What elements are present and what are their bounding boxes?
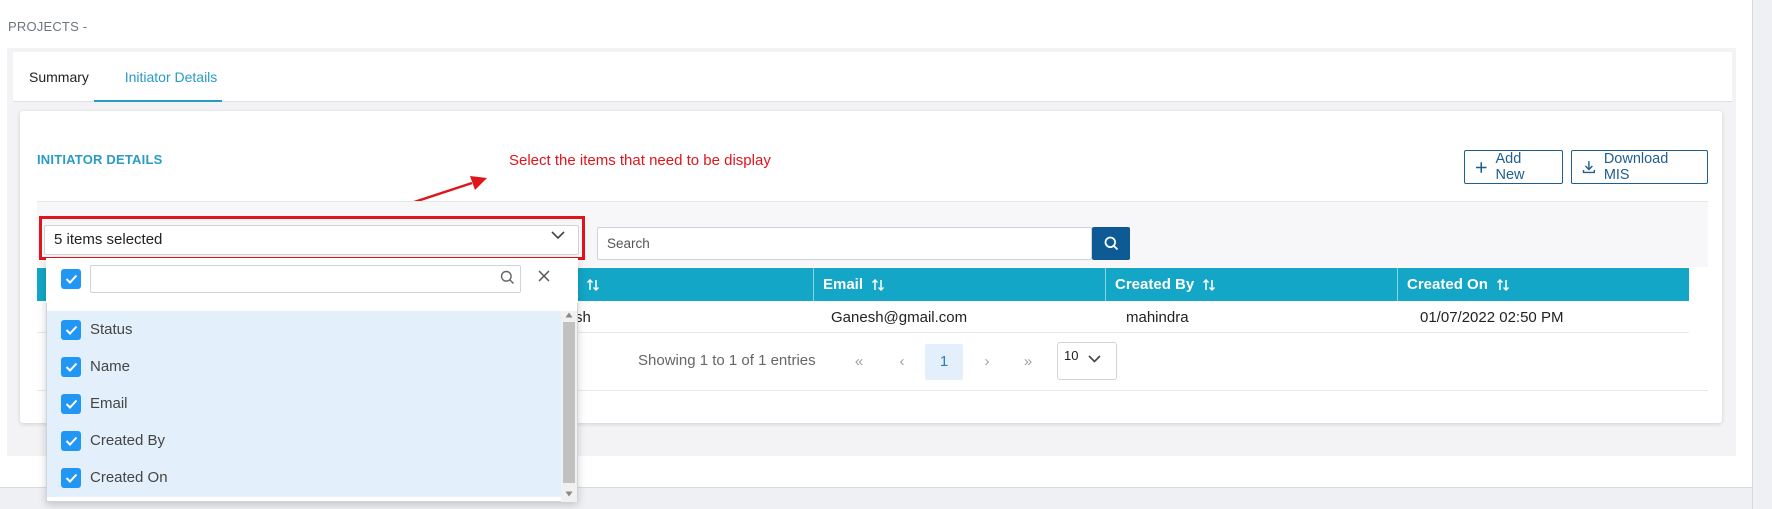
close-icon[interactable] [538, 270, 550, 282]
current-page-button[interactable]: 1 [925, 344, 963, 380]
column-header-label: Email [823, 276, 864, 293]
annotation-text: Select the items that need to be display [509, 152, 771, 169]
check-icon [65, 362, 77, 372]
option-label: Status [90, 321, 133, 338]
sort-icon [872, 278, 885, 291]
check-icon [65, 325, 77, 335]
dropdown-option-created-on[interactable]: Created On [47, 459, 561, 496]
column-header-created-by[interactable]: Created By [1105, 268, 1397, 301]
check-icon [65, 399, 77, 409]
scroll-down-icon[interactable] [565, 491, 573, 497]
sort-icon [586, 278, 600, 291]
column-header-created-on[interactable]: Created On [1397, 268, 1689, 301]
option-checkbox[interactable] [61, 356, 81, 377]
option-checkbox[interactable] [61, 467, 81, 488]
column-header-name[interactable] [577, 268, 853, 301]
scroll-up-icon[interactable] [565, 312, 573, 318]
chevron-down-icon [1088, 355, 1101, 363]
tab-summary[interactable]: Summary [29, 52, 89, 102]
cell-created-by: mahindra [1126, 309, 1189, 326]
search-input[interactable] [597, 227, 1092, 260]
section-title: INITIATOR DETAILS [37, 152, 163, 167]
previous-page-button[interactable]: ‹ [894, 344, 910, 380]
dropdown-option-created-by[interactable]: Created By [47, 422, 561, 459]
check-icon [65, 274, 77, 284]
dropdown-filter-input[interactable] [90, 265, 521, 293]
column-header-email[interactable]: Email [813, 268, 1105, 301]
option-label: Created On [90, 469, 168, 486]
last-page-button[interactable]: » [1017, 344, 1039, 380]
dropdown-scrollbar-thumb[interactable] [563, 322, 575, 483]
dropdown-option-email[interactable]: Email [47, 385, 561, 422]
option-checkbox[interactable] [61, 430, 81, 451]
column-header-label: Created By [1115, 276, 1195, 293]
annotation-highlight-box [39, 216, 585, 260]
active-tab-indicator [94, 100, 222, 102]
option-label: Name [90, 358, 131, 375]
next-page-button[interactable]: › [979, 344, 995, 380]
download-mis-button[interactable]: Download MIS [1571, 150, 1708, 184]
check-icon [65, 436, 77, 446]
app-root: PROJECTS - Summary Initiator Details INI… [0, 0, 1772, 509]
cell-email: Ganesh@gmail.com [831, 309, 968, 326]
page-title: PROJECTS - [8, 19, 88, 34]
download-icon [1582, 161, 1596, 174]
page-right-strip [1752, 0, 1772, 509]
tabs-bar: Summary Initiator Details [13, 52, 1732, 102]
search-button[interactable] [1092, 227, 1130, 260]
option-label: Email [90, 395, 128, 412]
option-label: Created By [90, 432, 166, 449]
tab-initiator-details[interactable]: Initiator Details [107, 52, 235, 102]
sort-icon [1203, 278, 1216, 291]
sort-icon [1496, 278, 1509, 291]
cell-created-on: 01/07/2022 02:50 PM [1420, 309, 1564, 326]
dropdown-option-status[interactable]: Status [47, 311, 561, 348]
download-mis-label: Download MIS [1603, 151, 1669, 183]
plus-icon [1475, 161, 1487, 173]
search-icon [500, 270, 514, 284]
option-checkbox[interactable] [61, 319, 81, 340]
search-icon [1104, 236, 1118, 251]
pagination-info: Showing 1 to 1 of 1 entries [638, 352, 816, 369]
dropdown-option-name[interactable]: Name [47, 348, 561, 385]
page-size-value: 10 [1064, 348, 1079, 363]
column-header-label: Created On [1407, 276, 1488, 293]
add-new-button[interactable]: Add New [1464, 150, 1563, 184]
check-icon [65, 473, 77, 483]
first-page-button[interactable]: « [848, 344, 870, 380]
option-checkbox[interactable] [61, 393, 81, 414]
add-new-label: Add New [1495, 151, 1525, 183]
select-all-checkbox[interactable] [61, 269, 81, 289]
